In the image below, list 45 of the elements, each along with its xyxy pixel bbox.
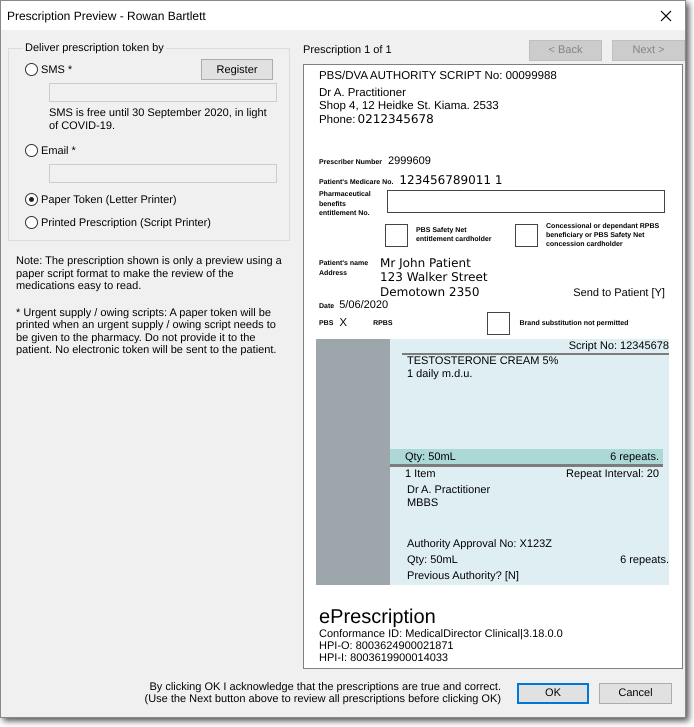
hpi-o: HPI-O: 8003624900021871: [319, 640, 455, 652]
patient-address-line: Demotown 2350: [380, 284, 480, 299]
radio-option[interactable]: Email *: [25, 144, 76, 157]
drug-name: TESTOSTERONE CREAM 5%: [407, 355, 560, 368]
quantity: Qty: 50mL: [405, 451, 456, 463]
acknowledgement-text: By clicking OK I acknowledge that the prescriptions are true and correct. (Use the Next button above to review all prescriptions before clicking OK): [144, 681, 501, 705]
prescriber-number: 2999609: [388, 155, 431, 167]
hpi-i: HPI-I: 8003619900014033: [319, 652, 450, 664]
ok-button[interactable]: OK: [517, 682, 589, 704]
script-number: Script No: 12345678: [402, 339, 669, 355]
radio-option[interactable]: SMS *: [25, 63, 72, 76]
phone-number: 0212345678: [357, 113, 434, 126]
directions: 1 daily m.d.u.: [407, 368, 474, 381]
patient-name: Mr John Patient: [380, 256, 472, 270]
window-title: Prescription Preview - Rowan Bartlett: [7, 8, 206, 22]
doctor-name: Dr A. Practitioner: [407, 484, 492, 497]
pbs-mark: X: [339, 317, 348, 330]
date-value: 5/06/2020: [339, 299, 388, 311]
authority-number: Authority Approval No: X123Z: [407, 537, 553, 552]
previous-authority: Previous Authority? [N]: [407, 569, 520, 584]
phone-label: Phone:: [319, 114, 356, 127]
send-to-patient: Send to Patient [Y]: [573, 287, 665, 299]
note-text: Note: The prescription shown is only a preview using a paper script format to make the review of the medications easy to read.: [16, 255, 283, 292]
note-text: * Urgent supply / owing scripts: A paper token will be printed when an urgent supply / owing script needs to be given to the pharmacy. Do not provide it to the patient. No electronic token will be sent to the patient.: [16, 306, 278, 356]
repeats: 6 repeats.: [620, 553, 669, 568]
qualification: MBBS: [407, 497, 440, 510]
radio-option[interactable]: Paper Token (Letter Printer): [25, 193, 177, 206]
prescription-counter: Prescription 1 of 1: [303, 44, 393, 56]
item-count: 1 Item: [405, 468, 436, 480]
prescriber-address: Shop 4, 12 Heidke St. Kiama. 2533: [319, 100, 500, 113]
repeat-interval: Repeat Interval: 20: [566, 468, 659, 480]
sms-note: SMS is free until 30 September 2020, in light of COVID-19.: [49, 107, 268, 133]
medicare-number: 123456789011 1: [399, 173, 502, 187]
prescriber-name: Dr A. Practitioner: [319, 87, 407, 100]
quantity: Qty: 50mL: [407, 553, 458, 568]
cancel-button[interactable]: Cancel: [599, 682, 672, 704]
group-legend: Deliver prescription token by: [23, 42, 166, 54]
close-icon[interactable]: [660, 10, 672, 22]
script-heading: PBS/DVA AUTHORITY SCRIPT No: 00099988: [319, 70, 558, 83]
conformance-id: Conformance ID: MedicalDirector Clinical|3.18.0.0: [319, 628, 564, 640]
radio-option[interactable]: Printed Prescription (Script Printer): [25, 216, 211, 229]
eprescription-title: ePrescription: [319, 606, 437, 628]
repeats: 6 repeats.: [610, 451, 659, 463]
patient-address-line: 123 Walker Street: [380, 270, 488, 284]
register-button[interactable]: Register: [201, 59, 273, 80]
